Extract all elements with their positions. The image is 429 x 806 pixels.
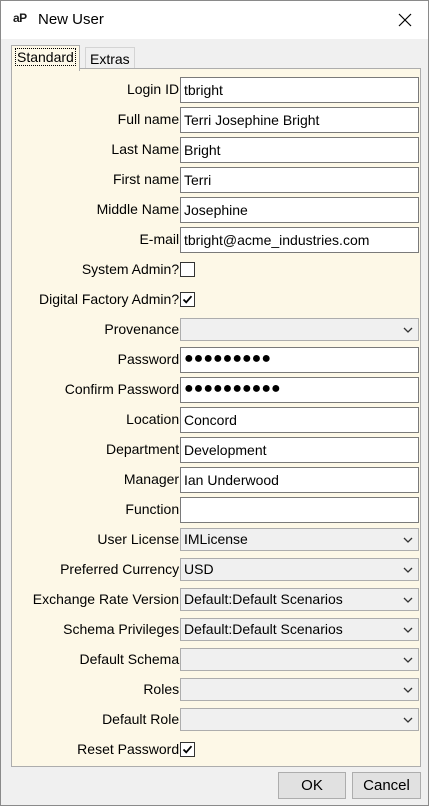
middle-name-label: Middle Name: — [96, 201, 183, 217]
chevron-down-icon — [403, 657, 413, 663]
digital-factory-admin-row: Digital Factory Admin?: — [12, 287, 420, 313]
digital-factory-admin-checkbox[interactable] — [180, 292, 195, 307]
function-row: Function: — [12, 497, 420, 523]
chevron-down-icon — [403, 717, 413, 723]
confirm-password-input[interactable]: ●●●●●●●●●● — [180, 377, 419, 403]
user-license-row: User License: IMLicense — [12, 527, 420, 553]
system-admin-label: System Admin?: — [81, 261, 183, 277]
full-name-row: Full name: Terri Josephine Bright — [12, 107, 420, 133]
chevron-down-icon — [403, 687, 413, 693]
function-input[interactable] — [180, 497, 419, 523]
schema-privileges-select[interactable]: Default:Default Scenarios — [180, 618, 419, 641]
cancel-button[interactable]: Cancel — [352, 772, 421, 799]
exchange-rate-version-label: Exchange Rate Version: — [32, 591, 183, 607]
password-label: Password: — [117, 351, 183, 367]
location-row: Location: Concord — [12, 407, 420, 433]
default-role-label: Default Role: — [102, 711, 183, 727]
new-user-dialog: aP New User Standard Extras Login ID: tb… — [0, 0, 429, 806]
ok-button[interactable]: OK — [278, 772, 346, 799]
user-license-label: User License: — [97, 531, 183, 547]
roles-row: Roles: — [12, 677, 420, 703]
checkmark-icon — [182, 295, 193, 304]
location-label: Location: — [126, 411, 183, 427]
app-logo-icon: aP — [13, 11, 27, 25]
exchange-rate-version-select[interactable]: Default:Default Scenarios — [180, 588, 419, 611]
roles-select[interactable] — [180, 678, 419, 701]
preferred-currency-label: Preferred Currency: — [60, 561, 183, 577]
login-id-input[interactable]: tbright — [180, 77, 419, 103]
provenance-label: Provenance: — [104, 321, 183, 337]
email-row: E-mail: tbright@acme_industries.com — [12, 227, 420, 253]
middle-name-input[interactable]: Josephine — [180, 197, 419, 223]
schema-privileges-label: Schema Privileges: — [63, 621, 183, 637]
title-bar: aP New User — [1, 1, 428, 39]
tab-extras[interactable]: Extras — [85, 47, 135, 69]
standard-panel: Login ID: tbright Full name: Terri Josep… — [11, 68, 421, 767]
confirm-password-row: Confirm Password: ●●●●●●●●●● — [12, 377, 420, 403]
function-label: Function: — [125, 501, 183, 517]
window-title: New User — [38, 11, 104, 28]
chevron-down-icon — [403, 327, 413, 333]
last-name-label: Last Name: — [111, 141, 183, 157]
system-admin-row: System Admin?: — [12, 257, 420, 283]
location-input[interactable]: Concord — [180, 407, 419, 433]
tab-bar: Standard Extras — [11, 45, 421, 71]
first-name-label: First name: — [112, 171, 183, 187]
preferred-currency-select[interactable]: USD — [180, 558, 419, 581]
login-id-row: Login ID: tbright — [12, 77, 420, 103]
password-input[interactable]: ●●●●●●●●● — [180, 347, 419, 373]
tab-standard[interactable]: Standard — [11, 45, 80, 71]
full-name-input[interactable]: Terri Josephine Bright — [180, 107, 419, 133]
last-name-input[interactable]: Bright — [180, 137, 419, 163]
department-row: Department: Development — [12, 437, 420, 463]
confirm-password-label: Confirm Password: — [64, 381, 183, 397]
checkmark-icon — [182, 745, 193, 754]
last-name-row: Last Name: Bright — [12, 137, 420, 163]
full-name-label: Full name: — [117, 111, 183, 127]
email-input[interactable]: tbright@acme_industries.com — [180, 227, 419, 253]
exchange-rate-version-row: Exchange Rate Version: Default:Default S… — [12, 587, 420, 613]
preferred-currency-row: Preferred Currency: USD — [12, 557, 420, 583]
close-button[interactable] — [382, 1, 428, 39]
user-license-select[interactable]: IMLicense — [180, 528, 419, 551]
manager-label: Manager: — [123, 471, 183, 487]
first-name-row: First name: Terri — [12, 167, 420, 193]
provenance-row: Provenance: — [12, 317, 420, 343]
provenance-select[interactable] — [180, 318, 419, 341]
middle-name-row: Middle Name: Josephine — [12, 197, 420, 223]
default-schema-label: Default Schema: — [79, 651, 184, 667]
default-role-select[interactable] — [180, 708, 419, 731]
default-schema-select[interactable] — [180, 648, 419, 671]
login-id-label: Login ID: — [126, 81, 183, 97]
manager-input[interactable]: Ian Underwood — [180, 467, 419, 493]
digital-factory-admin-label: Digital Factory Admin?: — [39, 291, 183, 307]
roles-label: Roles: — [143, 681, 183, 697]
chevron-down-icon — [403, 627, 413, 633]
chevron-down-icon — [403, 597, 413, 603]
manager-row: Manager: Ian Underwood — [12, 467, 420, 493]
default-schema-row: Default Schema: — [12, 647, 420, 673]
department-label: Department: — [105, 441, 183, 457]
department-input[interactable]: Development — [180, 437, 419, 463]
password-row: Password: ●●●●●●●●● — [12, 347, 420, 373]
first-name-input[interactable]: Terri — [180, 167, 419, 193]
email-label: E-mail: — [139, 231, 183, 247]
chevron-down-icon — [403, 567, 413, 573]
default-role-row: Default Role: — [12, 707, 420, 733]
system-admin-checkbox[interactable] — [180, 262, 195, 277]
schema-privileges-row: Schema Privileges: Default:Default Scena… — [12, 617, 420, 643]
reset-password-checkbox[interactable] — [180, 742, 195, 757]
reset-password-label: Reset Password: — [77, 741, 183, 757]
chevron-down-icon — [403, 537, 413, 543]
close-icon — [398, 13, 412, 27]
reset-password-row: Reset Password: — [12, 737, 420, 763]
